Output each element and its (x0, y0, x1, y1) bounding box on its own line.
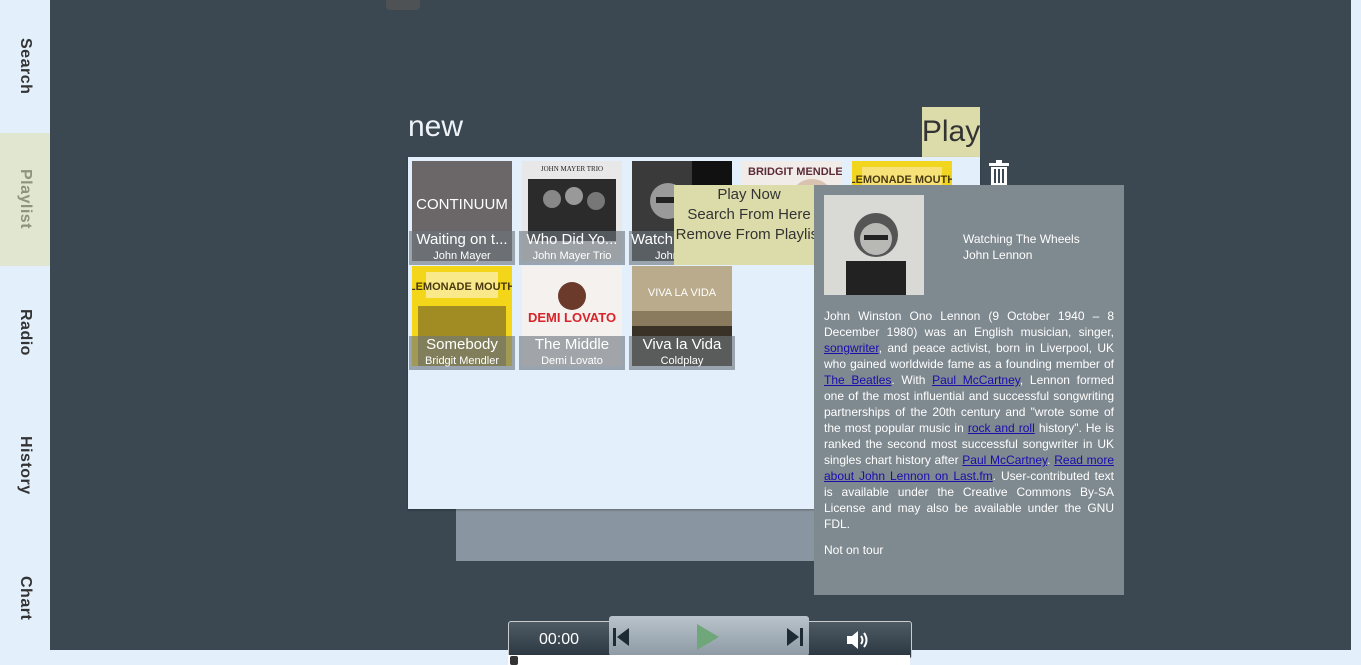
track-context-menu: Play Now Search From Here Remove From Pl… (674, 185, 824, 265)
track-label: Somebody Bridgit Mendler (409, 336, 515, 370)
volume-icon[interactable] (845, 629, 871, 651)
track-artist: John Mayer Trio (532, 250, 612, 262)
track-artist: Bridgit Mendler (425, 355, 499, 367)
tour-status: Not on tour (824, 543, 884, 557)
tab-radio[interactable]: Radio (0, 266, 50, 399)
player-controls (609, 616, 809, 656)
album-art-text: DEMI LOVATO (528, 310, 616, 325)
tab-history[interactable]: History (0, 399, 50, 532)
track-artist: John Mayer (433, 250, 491, 262)
track-tile[interactable]: CONTINUUM Waiting on t... John Mayer (409, 161, 515, 265)
progress-knob[interactable] (510, 656, 518, 665)
bio-link-the-beatles[interactable]: The Beatles (824, 373, 891, 387)
bio-link-rock-and-roll[interactable]: rock and roll (968, 421, 1035, 435)
artist-bio: John Winston Ono Lennon (9 October 1940 … (824, 308, 1114, 532)
tab-chart[interactable]: Chart (0, 532, 50, 665)
album-art-text: JOHN MAYER TRIO (541, 165, 603, 173)
track-label: The Middle Demi Lovato (519, 336, 625, 370)
info-meta: Watching The Wheels John Lennon (963, 231, 1080, 263)
track-tile[interactable]: VIVA LA VIDA Viva la Vida Coldplay (629, 266, 735, 370)
tab-chart-label: Chart (17, 576, 34, 621)
track-tile[interactable]: JOHN MAYER TRIO Who Did Yo... John Mayer… (519, 161, 625, 265)
tab-search-label: Search (17, 38, 34, 95)
tab-playlist[interactable]: Playlist (0, 133, 50, 266)
info-track-title: Watching The Wheels (963, 232, 1080, 246)
bio-link-paul-mccartney-2[interactable]: Paul McCartney (962, 453, 1047, 467)
menu-item-search-from-here[interactable]: Search From Here (674, 205, 824, 225)
playlist-title: new (408, 110, 464, 143)
track-label: Viva la Vida Coldplay (629, 336, 735, 370)
tab-search[interactable]: Search (0, 0, 50, 133)
track-artist: Demi Lovato (541, 355, 603, 367)
next-icon[interactable] (785, 626, 805, 648)
trash-icon[interactable] (988, 160, 1010, 186)
track-name: Who Did Yo... (526, 231, 618, 248)
previous-icon[interactable] (611, 626, 631, 648)
bio-text: . With (891, 373, 933, 387)
track-name: Viva la Vida (642, 336, 722, 353)
track-name: The Middle (534, 336, 610, 353)
track-tile[interactable]: LEMONADE MOUTH Somebody Bridgit Mendler (409, 266, 515, 370)
player-time: 00:00 (539, 631, 580, 648)
progress-bar[interactable] (508, 655, 910, 665)
track-label: Waiting on t... John Mayer (409, 231, 515, 265)
sidebar: Search Playlist Radio History Chart (0, 0, 50, 665)
play-icon[interactable] (695, 622, 721, 652)
album-art-text: LEMONADE MOUTH (412, 281, 512, 293)
right-edge (1351, 0, 1361, 665)
playlist-shadow-panel (456, 505, 816, 561)
bio-link-songwriter[interactable]: songwriter (824, 341, 879, 355)
album-art-text: BRIDGIT MENDLER (748, 166, 842, 178)
album-art-text: CONTINUUM (416, 196, 508, 213)
tab-playlist-label: Playlist (17, 169, 34, 230)
artist-info-panel: Watching The Wheels John Lennon John Win… (814, 185, 1124, 595)
track-label: Who Did Yo... John Mayer Trio (519, 231, 625, 265)
artist-photo (824, 195, 924, 295)
menu-item-play-now[interactable]: Play Now (674, 185, 824, 205)
track-name: Somebody (426, 336, 498, 353)
drawer-handle[interactable] (386, 0, 420, 10)
info-artist-name: John Lennon (963, 248, 1033, 262)
menu-item-remove-from-playlist[interactable]: Remove From Playlist (674, 225, 824, 245)
tab-radio-label: Radio (17, 309, 34, 356)
track-tile[interactable]: DEMI LOVATO The Middle Demi Lovato (519, 266, 625, 370)
bio-link-paul-mccartney[interactable]: Paul McCartney (932, 373, 1020, 387)
player-bar: 00:00 (508, 616, 912, 659)
track-artist: Coldplay (660, 355, 704, 367)
tab-history-label: History (17, 436, 34, 495)
track-name: Waiting on t... (416, 231, 508, 248)
play-playlist-button[interactable]: Play (922, 107, 980, 157)
bio-text: John Winston Ono Lennon (9 October 1940 … (824, 309, 1114, 339)
album-art-text: VIVA LA VIDA (648, 287, 717, 299)
